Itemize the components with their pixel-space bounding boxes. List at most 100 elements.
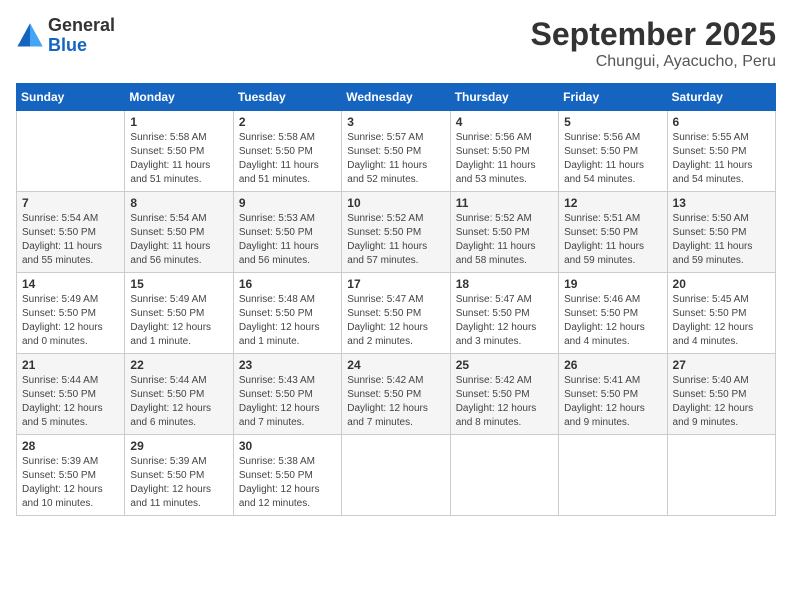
day-info: Sunrise: 5:49 AM Sunset: 5:50 PM Dayligh… [22, 293, 119, 349]
day-number: 28 [22, 439, 119, 453]
day-number: 23 [239, 358, 336, 372]
calendar-cell: 3 Sunrise: 5:57 AM Sunset: 5:50 PM Daylig… [342, 111, 450, 192]
day-info: Sunrise: 5:49 AM Sunset: 5:50 PM Dayligh… [130, 293, 227, 349]
day-number: 20 [673, 277, 770, 291]
day-info: Sunrise: 5:41 AM Sunset: 5:50 PM Dayligh… [564, 374, 661, 430]
day-number: 6 [673, 115, 770, 129]
calendar-cell: 12Sunrise: 5:51 AM Sunset: 5:50 PM Dayli… [559, 192, 667, 273]
day-number: 25 [456, 358, 553, 372]
day-info: Sunrise: 5:40 AM Sunset: 5:50 PM Dayligh… [673, 374, 770, 430]
day-info: Sunrise: 5:57 AM Sunset: 5:50 PM Dayligh… [347, 131, 444, 187]
calendar-cell: 2 Sunrise: 5:58 AM Sunset: 5:50 PM Daylig… [233, 111, 341, 192]
calendar-cell: 14 Sunrise: 5:49 AM Sunset: 5:50 PM Dayli… [17, 273, 125, 354]
day-number: 4 [456, 115, 553, 129]
page-header: General Blue September 2025 Chungui, Aya… [16, 16, 776, 71]
calendar-cell: 30 Sunrise: 5:38 AM Sunset: 5:50 PM Dayli… [233, 435, 341, 516]
day-number: 29 [130, 439, 227, 453]
day-number: 22 [130, 358, 227, 372]
day-info: Sunrise: 5:48 AM Sunset: 5:50 PM Dayligh… [239, 293, 336, 349]
calendar-cell: 22 Sunrise: 5:44 AM Sunset: 5:50 PM Dayli… [125, 354, 233, 435]
day-number: 9 [239, 196, 336, 210]
header-wednesday: Wednesday [342, 84, 450, 111]
day-info: Sunrise: 5:55 AM Sunset: 5:50 PM Dayligh… [673, 131, 770, 187]
day-info: Sunrise: 5:42 AM Sunset: 5:50 PM Dayligh… [347, 374, 444, 430]
calendar-cell: 26 Sunrise: 5:41 AM Sunset: 5:50 PM Dayli… [559, 354, 667, 435]
location: Chungui, Ayacucho, Peru [531, 53, 776, 71]
day-info: Sunrise: 5:45 AM Sunset: 5:50 PM Dayligh… [673, 293, 770, 349]
calendar-cell: 4 Sunrise: 5:56 AM Sunset: 5:50 PM Daylig… [450, 111, 558, 192]
calendar-table: SundayMondayTuesdayWednesdayThursdayFrid… [16, 83, 776, 516]
calendar-cell: 5Sunrise: 5:56 AM Sunset: 5:50 PM Daylig… [559, 111, 667, 192]
day-number: 2 [239, 115, 336, 129]
day-number: 8 [130, 196, 227, 210]
calendar-cell: 28 Sunrise: 5:39 AM Sunset: 5:50 PM Dayli… [17, 435, 125, 516]
calendar-cell: 13Sunrise: 5:50 AM Sunset: 5:50 PM Dayli… [667, 192, 775, 273]
day-info: Sunrise: 5:39 AM Sunset: 5:50 PM Dayligh… [130, 455, 227, 511]
calendar-cell: 9 Sunrise: 5:53 AM Sunset: 5:50 PM Daylig… [233, 192, 341, 273]
day-number: 19 [564, 277, 661, 291]
title-section: September 2025 Chungui, Ayacucho, Peru [531, 16, 776, 71]
day-number: 1 [130, 115, 227, 129]
calendar-cell: 15 Sunrise: 5:49 AM Sunset: 5:50 PM Dayli… [125, 273, 233, 354]
day-number: 17 [347, 277, 444, 291]
day-number: 7 [22, 196, 119, 210]
logo-icon [16, 22, 44, 50]
calendar-week-row: 14 Sunrise: 5:49 AM Sunset: 5:50 PM Dayli… [17, 273, 776, 354]
logo-text: General Blue [48, 16, 115, 56]
day-info: Sunrise: 5:53 AM Sunset: 5:50 PM Dayligh… [239, 212, 336, 268]
calendar-week-row: 7 Sunrise: 5:54 AM Sunset: 5:50 PM Daylig… [17, 192, 776, 273]
day-info: Sunrise: 5:47 AM Sunset: 5:50 PM Dayligh… [456, 293, 553, 349]
day-number: 21 [22, 358, 119, 372]
header-friday: Friday [559, 84, 667, 111]
header-tuesday: Tuesday [233, 84, 341, 111]
calendar-cell: 20 Sunrise: 5:45 AM Sunset: 5:50 PM Dayli… [667, 273, 775, 354]
day-info: Sunrise: 5:43 AM Sunset: 5:50 PM Dayligh… [239, 374, 336, 430]
day-info: Sunrise: 5:52 AM Sunset: 5:50 PM Dayligh… [347, 212, 444, 268]
calendar-cell [342, 435, 450, 516]
calendar-cell: 18 Sunrise: 5:47 AM Sunset: 5:50 PM Dayli… [450, 273, 558, 354]
calendar-cell: 27 Sunrise: 5:40 AM Sunset: 5:50 PM Dayli… [667, 354, 775, 435]
day-info: Sunrise: 5:44 AM Sunset: 5:50 PM Dayligh… [130, 374, 227, 430]
day-info: Sunrise: 5:56 AM Sunset: 5:50 PM Dayligh… [456, 131, 553, 187]
day-info: Sunrise: 5:42 AM Sunset: 5:50 PM Dayligh… [456, 374, 553, 430]
day-info: Sunrise: 5:47 AM Sunset: 5:50 PM Dayligh… [347, 293, 444, 349]
header-sunday: Sunday [17, 84, 125, 111]
day-info: Sunrise: 5:46 AM Sunset: 5:50 PM Dayligh… [564, 293, 661, 349]
day-info: Sunrise: 5:54 AM Sunset: 5:50 PM Dayligh… [22, 212, 119, 268]
day-number: 10 [347, 196, 444, 210]
logo-blue: Blue [48, 36, 115, 56]
day-info: Sunrise: 5:39 AM Sunset: 5:50 PM Dayligh… [22, 455, 119, 511]
calendar-cell: 7 Sunrise: 5:54 AM Sunset: 5:50 PM Daylig… [17, 192, 125, 273]
calendar-cell: 10 Sunrise: 5:52 AM Sunset: 5:50 PM Dayli… [342, 192, 450, 273]
day-number: 11 [456, 196, 553, 210]
day-number: 18 [456, 277, 553, 291]
calendar-cell: 8Sunrise: 5:54 AM Sunset: 5:50 PM Daylig… [125, 192, 233, 273]
day-number: 26 [564, 358, 661, 372]
day-number: 14 [22, 277, 119, 291]
header-monday: Monday [125, 84, 233, 111]
calendar-cell [450, 435, 558, 516]
day-number: 30 [239, 439, 336, 453]
day-info: Sunrise: 5:44 AM Sunset: 5:50 PM Dayligh… [22, 374, 119, 430]
day-number: 15 [130, 277, 227, 291]
calendar-header-row: SundayMondayTuesdayWednesdayThursdayFrid… [17, 84, 776, 111]
calendar-week-row: 28 Sunrise: 5:39 AM Sunset: 5:50 PM Dayli… [17, 435, 776, 516]
calendar-cell [559, 435, 667, 516]
calendar-cell: 19 Sunrise: 5:46 AM Sunset: 5:50 PM Dayli… [559, 273, 667, 354]
day-info: Sunrise: 5:38 AM Sunset: 5:50 PM Dayligh… [239, 455, 336, 511]
calendar-cell: 25 Sunrise: 5:42 AM Sunset: 5:50 PM Dayli… [450, 354, 558, 435]
calendar-cell: 6 Sunrise: 5:55 AM Sunset: 5:50 PM Daylig… [667, 111, 775, 192]
calendar-week-row: 1 Sunrise: 5:58 AM Sunset: 5:50 PM Daylig… [17, 111, 776, 192]
day-number: 3 [347, 115, 444, 129]
day-number: 27 [673, 358, 770, 372]
day-info: Sunrise: 5:58 AM Sunset: 5:50 PM Dayligh… [239, 131, 336, 187]
logo: General Blue [16, 16, 115, 56]
day-info: Sunrise: 5:52 AM Sunset: 5:50 PM Dayligh… [456, 212, 553, 268]
calendar-cell: 17 Sunrise: 5:47 AM Sunset: 5:50 PM Dayli… [342, 273, 450, 354]
day-number: 16 [239, 277, 336, 291]
day-number: 12 [564, 196, 661, 210]
day-info: Sunrise: 5:56 AM Sunset: 5:50 PM Dayligh… [564, 131, 661, 187]
calendar-cell [667, 435, 775, 516]
calendar-cell [17, 111, 125, 192]
month-title: September 2025 [531, 16, 776, 53]
